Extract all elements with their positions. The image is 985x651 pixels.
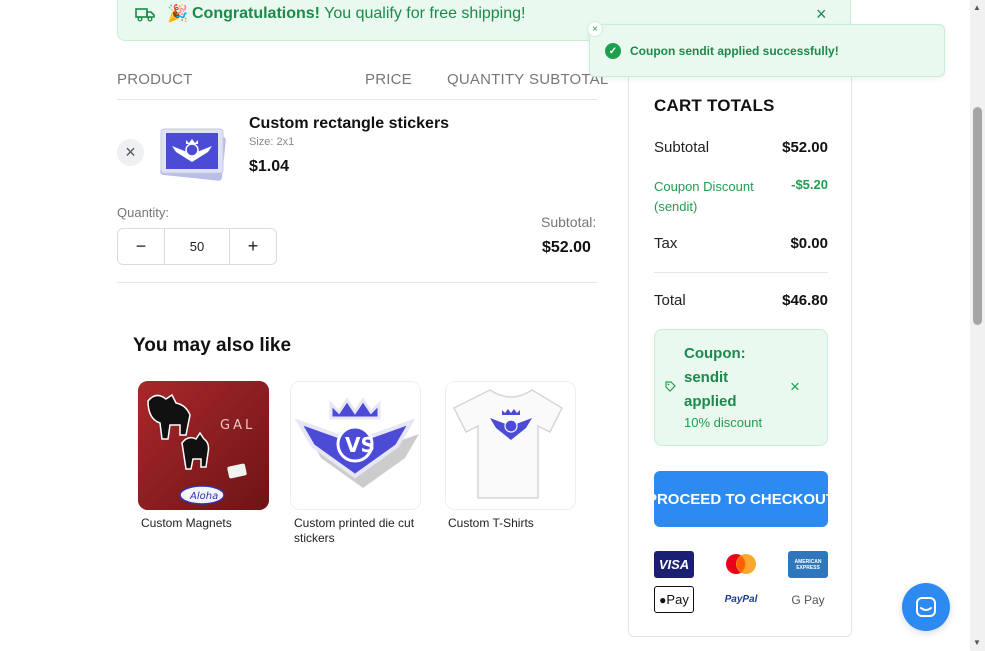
chat-launcher-button[interactable] — [902, 583, 950, 631]
recommendation-card-magnets[interactable]: Aloha GAL — [138, 381, 269, 510]
close-icon: × — [592, 23, 598, 35]
product-thumbnail[interactable] — [158, 120, 230, 184]
coupon-discount-percent: 10% discount — [684, 415, 763, 430]
total-label: Total — [654, 292, 686, 309]
header-quantity: QUANTITY — [447, 71, 525, 88]
chat-icon — [916, 597, 936, 617]
apple-pay-icon: ● Pay — [654, 586, 694, 613]
header-divider — [117, 99, 597, 100]
subtotal-label: Subtotal: — [541, 214, 597, 230]
quantity-stepper: − 50 + — [117, 228, 277, 265]
header-product: PRODUCT — [117, 71, 193, 88]
totals-divider — [654, 272, 828, 273]
apple-logo-icon: ● — [659, 592, 667, 607]
coupon-applied-text: Coupon: sendit applied — [684, 342, 746, 414]
toast-close-button[interactable]: × — [587, 21, 603, 37]
close-banner-icon[interactable]: × — [816, 4, 827, 25]
coupon-line: Coupon: — [684, 345, 746, 362]
remove-coupon-icon[interactable]: × — [790, 377, 800, 397]
quantity-input[interactable]: 50 — [164, 229, 230, 264]
total-value: $46.80 — [782, 292, 828, 309]
visa-icon: VISA — [654, 551, 694, 578]
party-popper-icon: 🎉 — [167, 4, 189, 23]
mastercard-icon — [726, 554, 756, 574]
product-price: $1.04 — [249, 158, 290, 175]
subtotal-row-label: Subtotal — [654, 139, 710, 156]
tag-icon — [665, 381, 676, 392]
scroll-down-arrow-icon[interactable]: ▼ — [973, 638, 981, 647]
paypal-icon: PayPal — [724, 594, 758, 605]
increase-quantity-button[interactable]: + — [230, 229, 276, 264]
svg-text:GAL: GAL — [220, 418, 255, 433]
product-name[interactable]: Custom rectangle stickers — [249, 115, 449, 133]
coupon-line: applied — [684, 393, 737, 410]
tshirt-image — [446, 382, 575, 509]
scrollbar-thumb[interactable] — [973, 107, 982, 325]
toast-message: Coupon sendit applied successfully! — [630, 44, 839, 58]
quantity-label: Quantity: — [117, 205, 170, 220]
subtotal-row-value: $52.00 — [782, 139, 828, 156]
proceed-to-checkout-button[interactable]: PROCEED TO CHECKOUT — [654, 471, 828, 527]
cart-totals-title: CART TOTALS — [654, 96, 775, 115]
recommendation-name[interactable]: Custom Magnets — [141, 516, 276, 531]
close-icon: × — [125, 142, 136, 162]
header-price: PRICE — [365, 71, 412, 88]
free-shipping-message: Congratulations! You qualify for free sh… — [192, 5, 525, 23]
coupon-discount-label: Coupon Discount (sendit) — [654, 179, 754, 214]
tax-value: $0.00 — [790, 235, 828, 252]
recommendations-title: You may also like — [133, 335, 292, 356]
recommendation-card-die-cut[interactable]: VS — [290, 381, 421, 510]
scroll-up-arrow-icon[interactable]: ▲ — [973, 3, 981, 12]
remove-item-button[interactable]: × — [117, 139, 144, 166]
svg-text:VS: VS — [345, 433, 375, 457]
plus-icon: + — [247, 236, 259, 256]
recommendation-name[interactable]: Custom printed die cut stickers — [294, 516, 429, 546]
amex-icon: AMERICAN EXPRESS — [788, 551, 828, 578]
coupon-discount-value: -$5.20 — [791, 177, 828, 192]
minus-icon: − — [135, 236, 147, 256]
congratulations-text: Congratulations! — [192, 5, 320, 22]
recommendation-name[interactable]: Custom T-Shirts — [448, 516, 583, 531]
decrease-quantity-button[interactable]: − — [118, 229, 164, 264]
magnets-image: Aloha GAL — [138, 381, 269, 510]
die-cut-sticker-image: VS — [291, 382, 420, 509]
svg-text:Aloha: Aloha — [189, 491, 218, 502]
google-pay-icon: G Pay — [791, 592, 825, 607]
scrollbar-track[interactable] — [970, 0, 985, 651]
apple-pay-label: Pay — [666, 592, 689, 607]
coupon-code: sendit — [684, 369, 729, 386]
tax-label: Tax — [654, 235, 678, 252]
check-circle-icon: ✓ — [605, 43, 621, 59]
item-subtotal: $52.00 — [542, 239, 591, 256]
truck-icon — [135, 8, 155, 22]
product-size: Size: 2x1 — [249, 136, 295, 148]
row-divider — [117, 282, 597, 283]
recommendation-card-tshirts[interactable] — [445, 381, 576, 510]
free-shipping-text: You qualify for free shipping! — [320, 5, 526, 22]
